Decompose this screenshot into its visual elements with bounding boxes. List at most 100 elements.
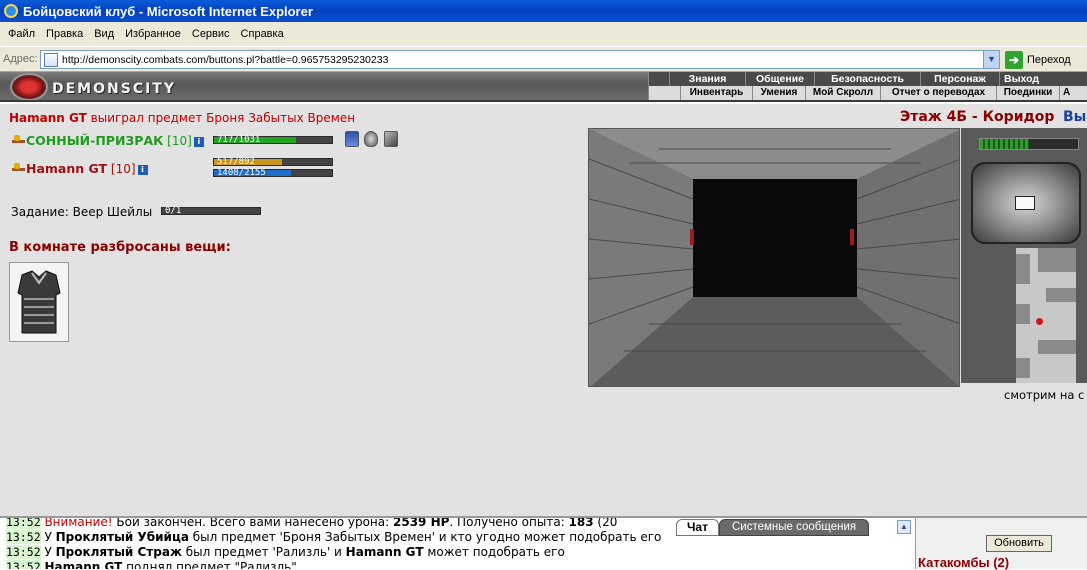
self-level: [10]: [110, 162, 136, 176]
online-location[interactable]: Катакомбы (2): [918, 555, 1009, 570]
chat-time[interactable]: 13:52: [6, 545, 41, 559]
player-row-enemy: СОННЫЙ-ПРИЗРАК [10] i: [10, 133, 204, 148]
chat-time[interactable]: 13:52: [6, 518, 41, 529]
demonscity-emblem-icon: [10, 73, 48, 100]
win-notice: Hamann GT выиграл предмет Броня Забытых …: [9, 111, 355, 125]
self-hp-bar: 517/892: [213, 157, 333, 167]
nav-spacer: [648, 72, 669, 86]
chat-nick[interactable]: 2539 HP: [393, 518, 449, 529]
map-grid: [1016, 248, 1076, 383]
map-caption: смотрим на с: [1004, 388, 1085, 402]
subnav-inventory[interactable]: Инвентарь: [680, 86, 752, 100]
address-bar: Адрес: http://demonscity.combats.com/but…: [0, 46, 1087, 72]
tab-chat[interactable]: Чат: [676, 519, 719, 536]
chat-text: был предмет 'Рализль' и: [181, 545, 346, 559]
subnav-a[interactable]: А: [1059, 86, 1087, 100]
chat-time[interactable]: 13:52: [6, 560, 41, 569]
address-label: Адрес:: [3, 53, 38, 65]
chat-scroll-up-icon[interactable]: ▲: [897, 520, 911, 534]
menu-edit[interactable]: Правка: [44, 28, 92, 40]
chat-text: Внимание!: [44, 516, 113, 529]
task-progress-text: 0/1: [165, 206, 182, 216]
menu-view[interactable]: Вид: [92, 28, 123, 40]
enemy-level: [10]: [167, 134, 192, 148]
armor-icon: [17, 270, 61, 334]
chat-text: У: [44, 545, 56, 559]
game-header: DEMONSCITY Знания Общение Безопасность П…: [0, 72, 1087, 102]
effect-skull-icon[interactable]: [364, 131, 378, 147]
notice-name[interactable]: Hamann GT: [9, 111, 87, 125]
chat-nick[interactable]: Hamann GT: [346, 545, 424, 559]
chat-text: Бой закончен. Всего вами нанесено урона:: [112, 516, 393, 529]
window-titlebar: Бойцовский клуб - Microsoft Internet Exp…: [0, 0, 1087, 22]
subnav-spacer: [648, 86, 680, 100]
enemy-info-icon[interactable]: i: [193, 136, 204, 147]
chat-tabs: Чат Системные сообщения: [676, 519, 912, 536]
menu-file[interactable]: Файл: [6, 28, 44, 40]
enemy-effects: [345, 131, 405, 149]
nav-security[interactable]: Безопасность: [814, 72, 920, 86]
menu-bar: Файл Правка Вид Избранное Сервис Справка: [0, 22, 1087, 46]
page-icon: [44, 52, 58, 67]
room-item-armor[interactable]: [9, 262, 69, 342]
task-progress-bar: 0/1: [161, 206, 261, 216]
nav-character[interactable]: Персонаж: [920, 72, 999, 86]
nav-exit[interactable]: Выход: [999, 72, 1087, 86]
subnav-my-scroll[interactable]: Мой Скролл: [805, 86, 880, 100]
game-content: Hamann GT выиграл предмет Броня Забытых …: [0, 104, 1087, 516]
effect-claw-icon[interactable]: [384, 131, 398, 147]
attack-icon[interactable]: [10, 135, 26, 148]
menu-favorites[interactable]: Избранное: [123, 28, 190, 40]
go-button[interactable]: ➔ Переход: [1005, 50, 1071, 69]
address-url[interactable]: http://demonscity.combats.com/buttons.pl…: [62, 54, 388, 66]
chat-nick[interactable]: Hamann GT: [44, 560, 122, 569]
chat-text: может подобрать его: [423, 545, 565, 559]
subnav-transfers[interactable]: Отчет о переводах: [880, 86, 996, 100]
nav-communication[interactable]: Общение: [745, 72, 814, 86]
self-hp-text: 517/892: [217, 157, 255, 167]
location-exit-link[interactable]: Вы: [1063, 109, 1086, 125]
self-info-icon[interactable]: i: [137, 164, 148, 175]
address-input[interactable]: http://demonscity.combats.com/buttons.pl…: [40, 50, 1000, 69]
chat-line: 13:52 Hamann GT поднял предмет "Рализль": [6, 560, 297, 569]
location-title: Этаж 4Б - Коридор: [900, 109, 1055, 125]
mini-map[interactable]: [961, 128, 1087, 383]
go-arrow-icon: ➔: [1005, 50, 1023, 69]
tab-system-messages[interactable]: Системные сообщения: [718, 519, 870, 536]
ie-icon: [4, 4, 18, 18]
chat-nick[interactable]: Проклятый Убийца: [56, 530, 189, 544]
chat-nick[interactable]: 183: [569, 518, 594, 529]
subnav-skills[interactable]: Умения: [752, 86, 805, 100]
menu-tools[interactable]: Сервис: [190, 28, 239, 40]
window-title: Бойцовский клуб - Microsoft Internet Exp…: [23, 3, 313, 19]
menu-help[interactable]: Справка: [239, 28, 293, 40]
attack-icon-self[interactable]: [10, 163, 26, 176]
subnav-battles[interactable]: Поединки: [996, 86, 1059, 100]
corridor-scene: [589, 129, 959, 386]
enemy-hp-bar: 717/1031: [213, 135, 333, 145]
self-name[interactable]: Hamann GT: [26, 161, 107, 176]
address-dropdown-icon[interactable]: ▼: [983, 51, 999, 68]
chat-text: был предмет 'Броня Забытых Времен' и кто…: [188, 530, 662, 544]
map-hp-fill: [980, 139, 1029, 149]
chat-time[interactable]: 13:52: [6, 530, 41, 544]
chat-line: 13:52 Внимание! Бой закончен. Всего вами…: [6, 516, 618, 529]
chat-text: . Получено опыта:: [449, 516, 569, 529]
game-logo: DEMONSCITY: [52, 81, 176, 97]
chat-text: (20: [593, 516, 618, 529]
player-marker-icon: [1036, 318, 1043, 325]
enemy-hp-text: 717/1031: [217, 135, 261, 145]
sub-nav: Инвентарь Умения Мой Скролл Отчет о пере…: [648, 86, 1087, 100]
dungeon-view[interactable]: [588, 128, 960, 387]
chat-nick[interactable]: Проклятый Страж: [56, 545, 182, 559]
effect-shield-icon[interactable]: [345, 131, 359, 147]
compass-center-icon: [1015, 196, 1035, 210]
room-items-label: В комнате разбросаны вещи:: [9, 240, 231, 255]
player-row-self: Hamann GT [10] i: [10, 161, 148, 176]
enemy-name[interactable]: СОННЫЙ-ПРИЗРАК: [26, 133, 163, 148]
notice-text: выиграл предмет Броня Забытых Времен: [86, 111, 356, 125]
nav-knowledge[interactable]: Знания: [669, 72, 745, 86]
chat-text: поднял предмет "Рализль": [122, 560, 297, 569]
refresh-button[interactable]: Обновить: [986, 535, 1052, 552]
chat-line: 13:52 У Проклятый Убийца был предмет 'Бр…: [6, 530, 661, 544]
